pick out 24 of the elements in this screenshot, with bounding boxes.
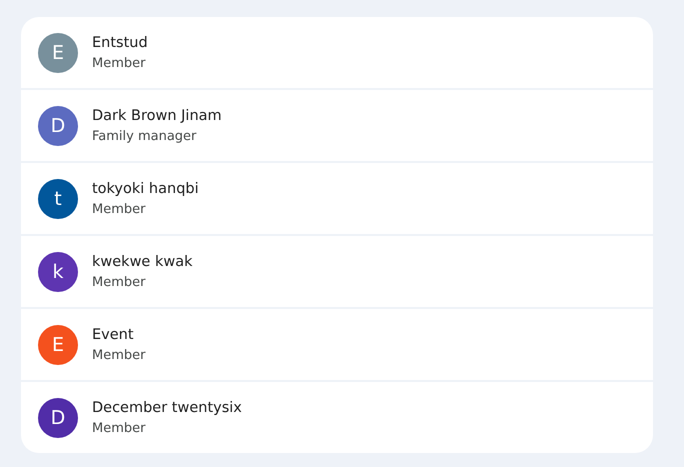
member-name: kwekwe kwak [92,254,193,270]
member-row[interactable]: E Event Member [21,309,653,380]
member-row[interactable]: D December twentysix Member [21,382,653,453]
member-role: Family manager [92,128,198,144]
member-role: Member [92,348,146,362]
member-name: Dark Brown Jinam [92,108,222,124]
avatar: t [38,178,78,218]
member-row[interactable]: E Entstud Member [21,17,653,88]
member-name: tokyoki hanqbi [92,180,199,196]
member-row[interactable]: t tokyoki hanqbi Member [21,163,653,234]
member-name: December twentysix [92,400,242,416]
member-row[interactable]: k kwekwe kwak Member [21,236,653,307]
member-role: Member [92,420,146,436]
avatar: D [38,398,78,438]
member-role: Member [92,274,146,290]
avatar: E [38,324,78,364]
member-name: Event [92,326,135,342]
member-role: Member [92,56,146,70]
avatar: k [38,252,78,292]
avatar: D [38,106,78,146]
member-row[interactable]: D Dark Brown Jinam Family manager [21,90,653,161]
member-role: Member [92,202,146,216]
avatar: E [38,32,78,72]
member-name: Entstud [92,34,148,50]
